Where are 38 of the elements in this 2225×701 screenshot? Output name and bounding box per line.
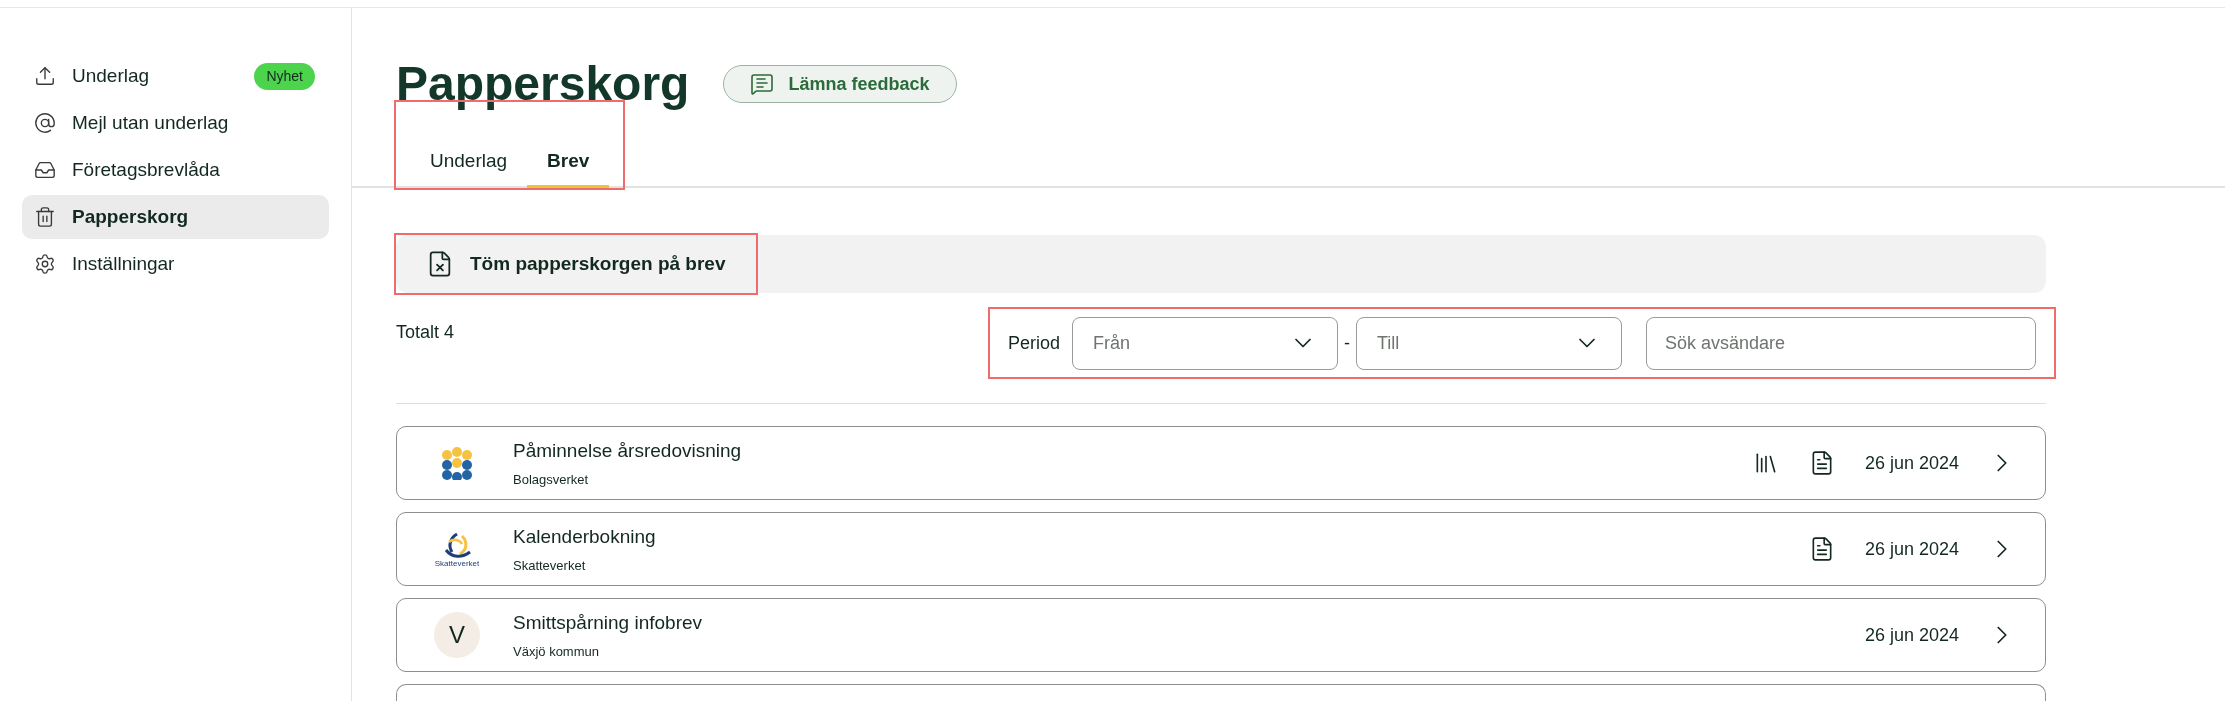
sender-name: Skatteverket xyxy=(513,556,587,575)
letter-date: 26 jun 2024 xyxy=(1864,451,1959,475)
trash-icon xyxy=(34,206,56,228)
letter-title: Påminnelse årsredovisning xyxy=(513,439,742,463)
separator-dash: - xyxy=(1344,331,1350,355)
to-select[interactable]: Till xyxy=(1356,316,1622,370)
letter-row[interactable]: V Smittspårning infobrev Växjö kommun 26 jun 2024 xyxy=(396,598,2046,672)
letter-row[interactable] xyxy=(396,684,2046,701)
chat-icon xyxy=(750,72,775,96)
settings-icon xyxy=(34,253,56,275)
feedback-button[interactable]: Lämna feedback xyxy=(723,65,957,103)
from-select[interactable]: Från xyxy=(1072,316,1338,370)
logo-text: Skatteverket xyxy=(434,560,480,568)
empty-trash-button[interactable]: Töm papperskorgen på brev xyxy=(396,235,756,293)
sender-name: Växjö kommun xyxy=(513,642,600,661)
period-label: Period xyxy=(1007,331,1060,355)
sidebar-item[interactable]: Företagsbrevlåda xyxy=(22,148,329,192)
tab[interactable]: Underlag xyxy=(410,138,528,188)
at-icon xyxy=(34,112,56,134)
avatar-letter: V xyxy=(434,612,480,658)
letter-date: 26 jun 2024 xyxy=(1864,537,1959,561)
letter-title: Kalenderbokning xyxy=(513,525,656,549)
letter-date: 26 jun 2024 xyxy=(1864,623,1959,647)
new-badge: Nyhet xyxy=(254,62,315,90)
total-count: Totalt 4 xyxy=(396,321,455,344)
tab[interactable]: Brev xyxy=(527,138,610,188)
sidebar-item[interactable]: Underlag Nyhet xyxy=(22,54,329,98)
upload-icon xyxy=(34,65,56,87)
sidebar-item[interactable]: Papperskorg xyxy=(22,195,329,239)
sidebar-item[interactable]: Inställningar xyxy=(22,242,329,286)
letter-row[interactable]: Skatteverket Kalenderbokning Skatteverket 26 jun 2024 xyxy=(396,512,2046,586)
letter-row[interactable]: Påminnelse årsredovisning Bolagsverket 26 jun 2024 xyxy=(396,426,2046,500)
sender-name: Bolagsverket xyxy=(513,470,590,489)
search-field[interactable]: Sök avsändare xyxy=(1646,316,2036,370)
page-title: Papperskorg xyxy=(396,56,690,112)
letter-title: Smittspårning infobrev xyxy=(513,611,703,635)
inbox-icon xyxy=(34,159,56,181)
sidebar-item[interactable]: Mejl utan underlag xyxy=(22,101,329,145)
